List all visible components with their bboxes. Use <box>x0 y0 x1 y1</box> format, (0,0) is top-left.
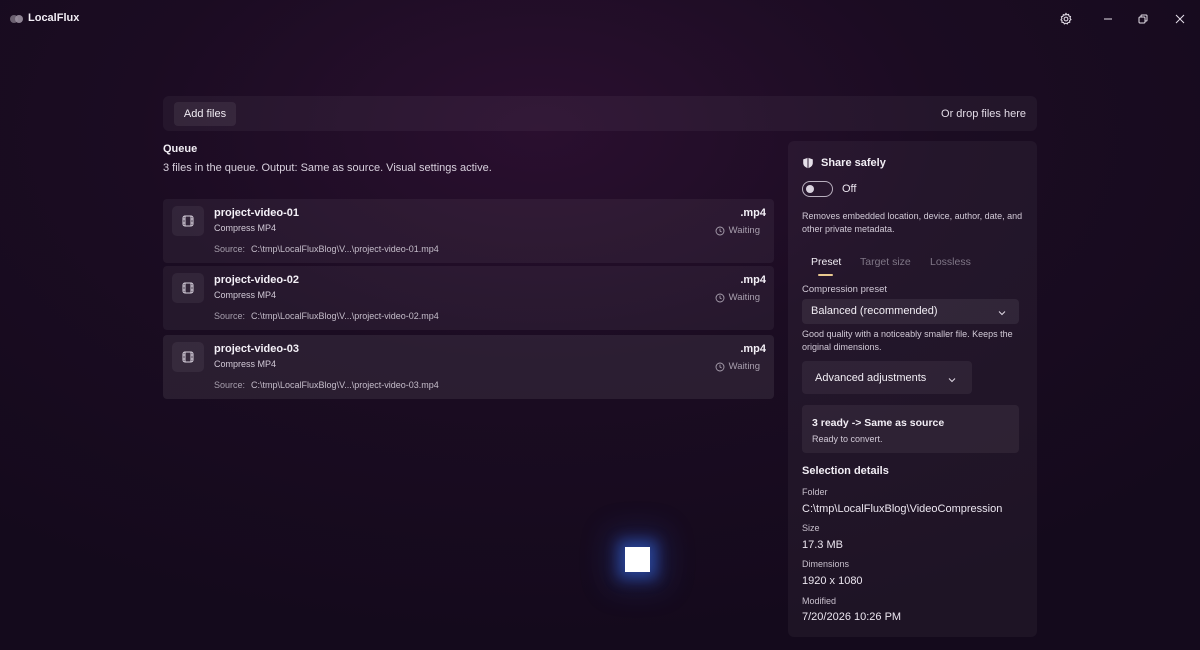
status-badge: Waiting <box>715 292 760 303</box>
dimensions-label: Dimensions <box>802 559 850 569</box>
share-safely-title: Share safely <box>821 157 886 169</box>
status-badge: Waiting <box>715 361 760 372</box>
source-path: C:\tmp\LocalFluxBlog\V...\project-video-… <box>251 380 439 390</box>
ready-subtitle: Ready to convert. <box>812 434 883 444</box>
file-source: Source: C:\tmp\LocalFluxBlog\V...\project… <box>214 311 439 321</box>
drop-hint: Or drop files here <box>941 108 1026 120</box>
file-extension: .mp4 <box>740 207 766 219</box>
tab-target-size[interactable]: Target size <box>860 256 911 268</box>
file-action: Compress MP4 <box>214 223 277 233</box>
status-text: Waiting <box>728 225 760 236</box>
close-icon[interactable] <box>1170 9 1190 29</box>
folder-value: C:\tmp\LocalFluxBlog\VideoCompression <box>802 503 1003 515</box>
queue-item[interactable]: project-video-03 Compress MP4 Source: C:\… <box>163 335 774 399</box>
source-path: C:\tmp\LocalFluxBlog\V...\project-video-… <box>251 244 439 254</box>
selection-details-title: Selection details <box>802 465 889 477</box>
app-logo-icon <box>10 14 24 24</box>
share-description: Removes embedded location, device, autho… <box>802 211 1023 234</box>
compression-preset-description: Good quality with a noticeably smaller f… <box>802 329 1013 352</box>
status-text: Waiting <box>728 361 760 372</box>
queue-item[interactable]: project-video-02 Compress MP4 Source: C:\… <box>163 266 774 330</box>
gear-icon[interactable] <box>1056 9 1076 29</box>
source-label: Source: <box>214 311 246 321</box>
chevron-down-icon <box>997 305 1007 323</box>
toggle-state: Off <box>842 183 857 195</box>
status-badge: Waiting <box>715 225 760 236</box>
app-title: LocalFlux <box>28 12 80 24</box>
shield-icon <box>802 156 814 169</box>
ready-title: 3 ready -> Same as source <box>812 417 945 429</box>
modified-value: 7/20/2026 10:26 PM <box>802 611 902 623</box>
toggle-knob <box>806 185 814 193</box>
file-name: project-video-02 <box>214 274 299 286</box>
queue-summary: 3 files in the queue. Output: Same as so… <box>163 162 492 174</box>
advanced-adjustments-button[interactable]: Advanced adjustments <box>802 361 972 394</box>
clock-icon <box>715 362 725 371</box>
film-frame-icon <box>172 206 204 236</box>
clock-icon <box>715 226 725 235</box>
compression-preset-select[interactable]: Balanced (recommended) <box>802 299 1019 324</box>
source-label: Source: <box>214 244 246 254</box>
title-bar: LocalFlux <box>0 0 1200 38</box>
film-frame-icon <box>172 342 204 372</box>
file-name: project-video-01 <box>214 207 299 219</box>
compression-preset-value: Balanced (recommended) <box>811 305 938 317</box>
chevron-down-icon <box>947 372 957 390</box>
file-extension: .mp4 <box>740 343 766 355</box>
size-label: Size <box>802 523 820 533</box>
modified-label: Modified <box>802 596 837 606</box>
tab-preset[interactable]: Preset <box>811 256 841 268</box>
clock-icon <box>715 293 725 302</box>
film-frame-icon <box>172 273 204 303</box>
file-action: Compress MP4 <box>214 359 277 369</box>
active-tab-indicator <box>818 274 833 276</box>
settings-panel: Share safely Off Removes embedded locati… <box>788 141 1037 637</box>
compression-preset-label: Compression preset <box>802 284 888 295</box>
add-files-bar[interactable]: Add files Or drop files here <box>163 96 1037 131</box>
source-label: Source: <box>214 380 246 390</box>
file-name: project-video-03 <box>214 343 299 355</box>
share-safely-toggle[interactable] <box>802 181 833 197</box>
add-files-button[interactable]: Add files <box>174 102 236 126</box>
queue-title: Queue <box>163 143 198 155</box>
dimensions-value: 1920 x 1080 <box>802 575 863 587</box>
minimize-icon[interactable] <box>1098 9 1118 29</box>
tab-lossless[interactable]: Lossless <box>930 256 971 268</box>
folder-label: Folder <box>802 487 828 497</box>
source-path: C:\tmp\LocalFluxBlog\V...\project-video-… <box>251 311 439 321</box>
restore-icon[interactable] <box>1133 9 1153 29</box>
glow-overlay <box>625 547 650 572</box>
file-source: Source: C:\tmp\LocalFluxBlog\V...\project… <box>214 244 439 254</box>
status-text: Waiting <box>728 292 760 303</box>
advanced-adjustments-label: Advanced adjustments <box>815 372 927 384</box>
size-value: 17.3 MB <box>802 539 843 551</box>
ready-summary-card: 3 ready -> Same as source Ready to conve… <box>802 405 1019 453</box>
queue-item[interactable]: project-video-01 Compress MP4 Source: C:\… <box>163 199 774 263</box>
file-source: Source: C:\tmp\LocalFluxBlog\V...\project… <box>214 380 439 390</box>
file-extension: .mp4 <box>740 274 766 286</box>
file-action: Compress MP4 <box>214 290 277 300</box>
